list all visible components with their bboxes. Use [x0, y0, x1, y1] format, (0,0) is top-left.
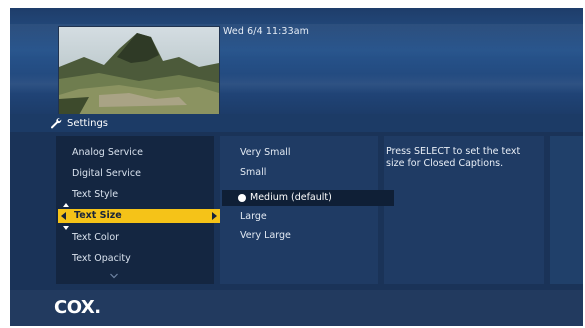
- menu-item-digital-service[interactable]: Digital Service: [72, 166, 141, 182]
- cox-logo: COX.: [54, 297, 101, 318]
- menu-item-text-color[interactable]: Text Color: [72, 230, 119, 246]
- option-large[interactable]: Large: [240, 209, 267, 225]
- wrench-icon: [51, 118, 62, 129]
- page-title-text: Settings: [67, 117, 109, 129]
- menu-item-text-opacity[interactable]: Text Opacity: [72, 251, 131, 267]
- option-very-small[interactable]: Very Small: [240, 145, 291, 161]
- option-small[interactable]: Small: [240, 165, 266, 181]
- mountain-image: [59, 27, 219, 115]
- option-medium-label: Medium (default): [250, 192, 332, 203]
- menu-item-analog-service[interactable]: Analog Service: [72, 145, 143, 161]
- page-title: Settings: [50, 115, 108, 131]
- arrow-left-icon: [61, 212, 66, 220]
- radio-selected-icon: [238, 194, 246, 202]
- menu-item-text-size-label: Text Size: [74, 210, 122, 221]
- arrow-right-icon: [212, 212, 217, 220]
- program-thumbnail: [58, 26, 220, 116]
- scroll-down-small-icon: [63, 226, 69, 230]
- help-text: Press SELECT to set the text size for Cl…: [386, 146, 521, 169]
- right-edge-panel: [550, 136, 583, 284]
- chevron-down-icon[interactable]: [110, 273, 118, 279]
- menu-item-text-size[interactable]: Text Size: [58, 209, 220, 223]
- tv-screen: Wed 6/4 11:33am Settings Analog Service …: [10, 8, 583, 326]
- option-medium-default[interactable]: Medium (default): [222, 190, 394, 206]
- menu-item-text-style[interactable]: Text Style: [72, 187, 118, 203]
- scroll-up-icon: [63, 203, 69, 207]
- date-time: Wed 6/4 11:33am: [223, 26, 309, 37]
- option-very-large[interactable]: Very Large: [240, 228, 291, 244]
